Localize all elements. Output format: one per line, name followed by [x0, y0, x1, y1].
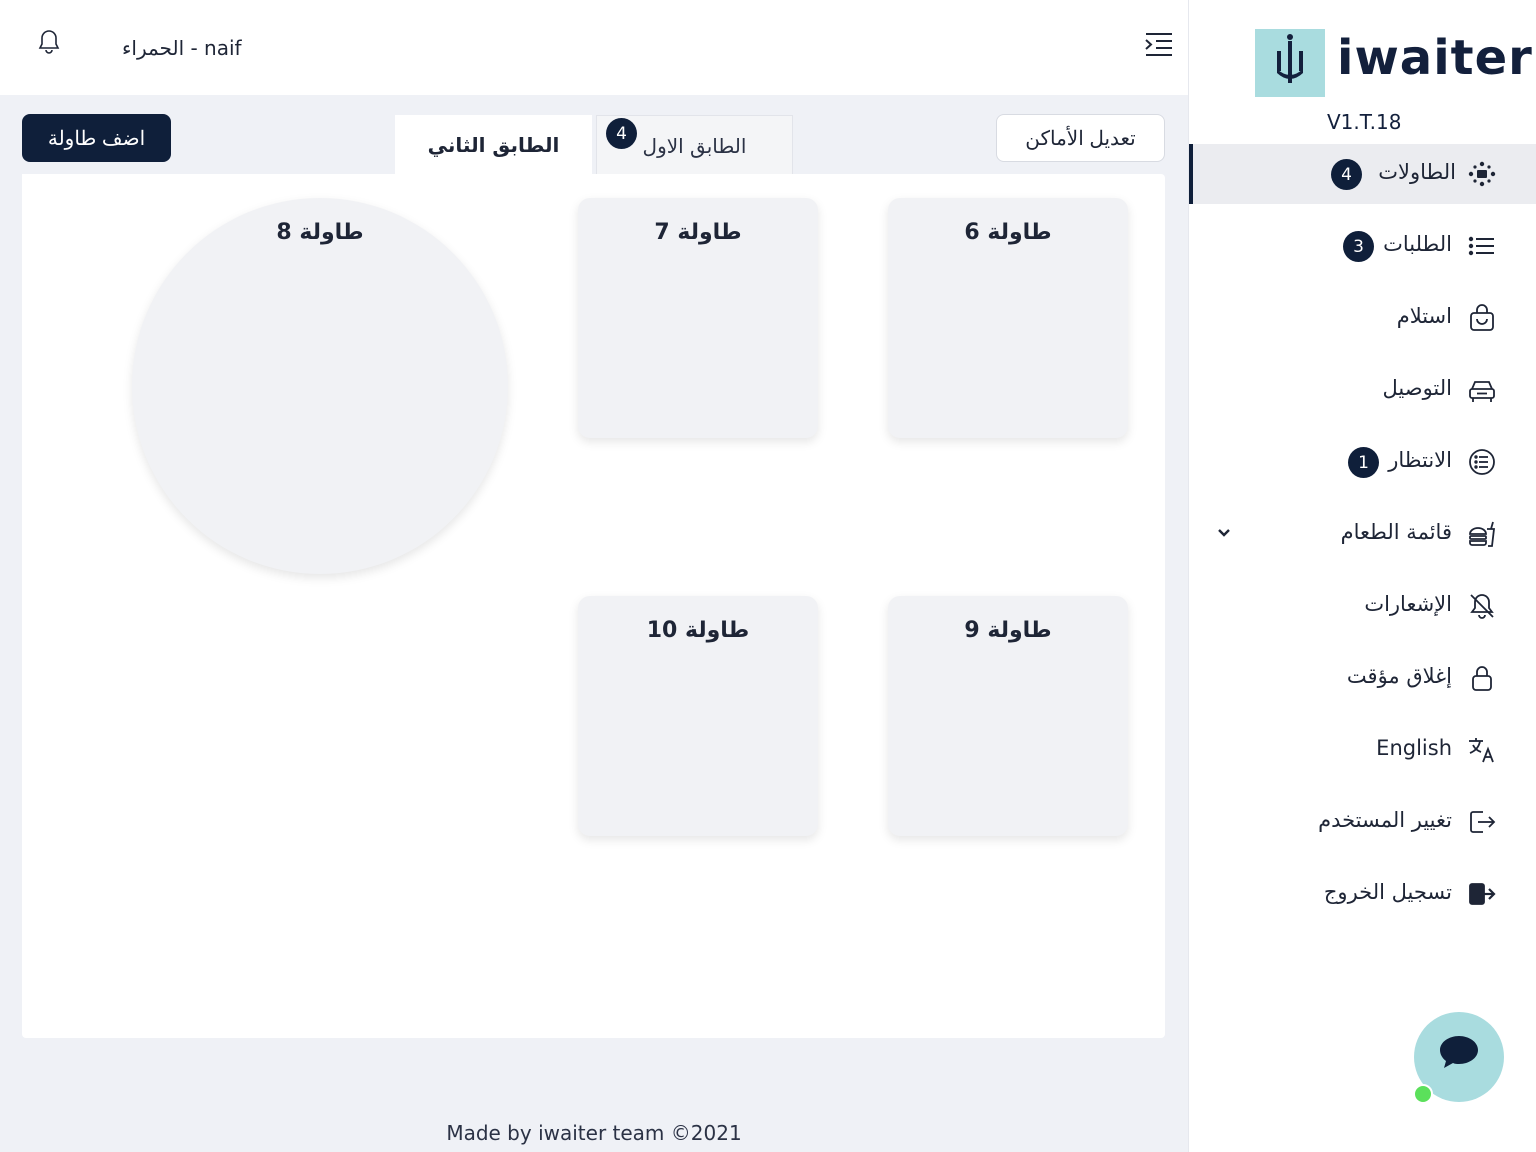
sidebar-item-tables[interactable]: الطاولات 4 [1189, 144, 1536, 204]
lock-icon [1472, 666, 1492, 691]
sidebar-item-label: تغيير المستخدم [1318, 808, 1452, 832]
tab-label: الطابق الاول [642, 133, 747, 158]
table-7[interactable]: طاولة 7 [578, 198, 818, 438]
top-bar: الحمراء - naif [0, 0, 1188, 95]
tables-icon [1468, 161, 1496, 187]
food-icon [1469, 521, 1496, 547]
main-area: الحمراء - naif اضف طاولة الطابق الثاني ا… [0, 0, 1188, 1152]
logo-mark [1255, 29, 1325, 97]
logout-icon [1469, 883, 1496, 905]
tab-label: الطابق الثاني [427, 133, 560, 157]
switch-user-icon [1470, 811, 1496, 833]
sidebar-item-label: استلام [1396, 304, 1452, 328]
bell-off-icon [1470, 594, 1494, 619]
sidebar-item-notifications[interactable]: الإشعارات [1189, 576, 1536, 636]
sidebar-item-temporary-close[interactable]: إغلاق مؤقت [1189, 648, 1536, 708]
sidebar-item-label: الطاولات [1378, 160, 1456, 184]
user-branch-label: الحمراء - naif [122, 36, 242, 60]
sidebar-item-food-menu[interactable]: قائمة الطعام [1189, 504, 1536, 564]
sidebar-item-label: تسجيل الخروج [1323, 880, 1452, 904]
online-status-dot [1413, 1084, 1433, 1104]
sidebar-item-label: الإشعارات [1364, 592, 1452, 616]
sidebar-item-label: التوصيل [1382, 376, 1453, 400]
table-label: طاولة 6 [964, 220, 1052, 245]
sidebar-item-logout[interactable]: تسجيل الخروج [1189, 864, 1536, 924]
count-badge: 1 [1348, 447, 1379, 478]
sidebar: iwaiter V1.T.18 الطاولات 4 الطلبات 3 است… [1188, 0, 1536, 1152]
sidebar-item-label: إغلاق مؤقت [1346, 664, 1452, 688]
list-icon [1468, 236, 1494, 256]
floor-canvas: طاولة 6 طاولة 7 طاولة 8 طاولة 9 طاولة 10 [22, 174, 1165, 1038]
sidebar-item-delivery[interactable]: التوصيل [1189, 360, 1536, 420]
sidebar-item-label: الانتظار [1388, 448, 1452, 472]
table-label: طاولة 8 [276, 220, 364, 245]
translate-icon [1469, 738, 1494, 763]
count-badge: 3 [1343, 231, 1374, 262]
table-10[interactable]: طاولة 10 [578, 596, 818, 836]
table-label: طاولة 10 [646, 618, 750, 643]
sidebar-item-waiting[interactable]: الانتظار 1 [1189, 432, 1536, 492]
tab-second-floor[interactable]: الطابق الثاني [395, 115, 592, 175]
table-label: طاولة 7 [654, 220, 742, 245]
app-version: V1.T.18 [1327, 110, 1402, 134]
sidebar-item-label: الطلبات [1383, 232, 1452, 256]
logo-text: iwaiter [1337, 30, 1533, 86]
footer-credit: Made by iwaiter team ©2021 [446, 1121, 742, 1145]
sidebar-item-label: English [1376, 736, 1452, 760]
table-6[interactable]: طاولة 6 [888, 198, 1128, 438]
car-icon [1469, 381, 1495, 402]
edit-places-button[interactable]: تعديل الأماكن [996, 114, 1165, 162]
table-9[interactable]: طاولة 9 [888, 596, 1128, 836]
count-badge: 4 [1331, 159, 1362, 190]
table-8[interactable]: طاولة 8 [132, 198, 508, 574]
sidebar-item-orders[interactable]: الطلبات 3 [1189, 216, 1536, 276]
bell-icon[interactable] [36, 28, 62, 56]
tab-count-badge: 4 [606, 118, 637, 149]
sidebar-item-pickup[interactable]: استلام [1189, 288, 1536, 348]
sidebar-item-switch-user[interactable]: تغيير المستخدم [1189, 792, 1536, 852]
shopping-bag-icon [1470, 304, 1494, 331]
table-label: طاولة 9 [964, 618, 1052, 643]
logo-icon [1277, 34, 1303, 83]
sidebar-item-language[interactable]: English [1189, 720, 1536, 780]
queue-icon [1469, 449, 1495, 475]
chevron-down-icon[interactable] [1215, 524, 1233, 542]
sidebar-item-label: قائمة الطعام [1340, 520, 1452, 544]
add-table-button[interactable]: اضف طاولة [22, 114, 171, 162]
menu-collapse-icon[interactable] [1144, 31, 1174, 59]
